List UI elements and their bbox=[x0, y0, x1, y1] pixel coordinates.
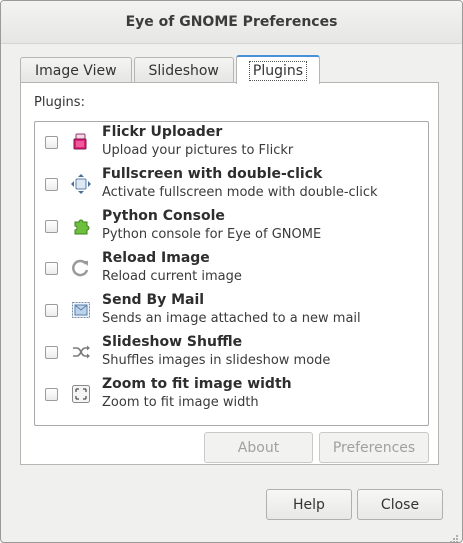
plugin-description: Shuffles images in slideshow mode bbox=[102, 353, 331, 368]
zoom-fit-icon bbox=[71, 384, 91, 404]
plugin-preferences-button[interactable]: Preferences bbox=[319, 432, 429, 463]
plugin-row-reload-image[interactable]: Reload Image Reload current image bbox=[35, 248, 428, 290]
plugin-enable-checkbox[interactable] bbox=[45, 136, 58, 149]
plugin-description: Upload your pictures to Flickr bbox=[102, 143, 294, 158]
plugin-name: Zoom to fit image width bbox=[102, 376, 292, 392]
resize-grip-icon[interactable] bbox=[449, 529, 459, 542]
plugin-enable-checkbox[interactable] bbox=[45, 220, 58, 233]
plugin-description: Sends an image attached to a new mail bbox=[102, 311, 361, 326]
window-title: Eye of GNOME Preferences bbox=[125, 14, 338, 30]
plugin-description: Python console for Eye of GNOME bbox=[102, 227, 322, 242]
plugin-list: Flickr Uploader Upload your pictures to … bbox=[34, 121, 429, 426]
preferences-window: Eye of GNOME Preferences Image View Slid… bbox=[0, 0, 463, 543]
mail-icon bbox=[71, 300, 91, 320]
plugin-row-slideshow-shuffle[interactable]: Slideshow Shuffle Shuffles images in sli… bbox=[35, 332, 428, 374]
fullscreen-icon bbox=[71, 174, 91, 194]
shuffle-icon bbox=[71, 342, 91, 362]
plugin-row-fullscreen-double-click[interactable]: Fullscreen with double-click Activate fu… bbox=[35, 164, 428, 206]
tab-label: Slideshow bbox=[148, 62, 219, 79]
plugin-row-zoom-fit-width[interactable]: Zoom to fit image width Zoom to fit imag… bbox=[35, 374, 428, 416]
plugins-tab-panel: Plugins: Flickr Uploader Upload your pic… bbox=[20, 82, 439, 465]
tab-plugins[interactable]: Plugins bbox=[235, 55, 321, 84]
tab-image-view[interactable]: Image View bbox=[20, 57, 132, 83]
plugin-name: Fullscreen with double-click bbox=[102, 166, 323, 182]
flickr-icon bbox=[71, 132, 91, 152]
plugin-row-python-console[interactable]: Python Console Python console for Eye of… bbox=[35, 206, 428, 248]
plugin-row-send-by-mail[interactable]: Send By Mail Sends an image attached to … bbox=[35, 290, 428, 332]
plugin-name: Flickr Uploader bbox=[102, 124, 223, 140]
tab-bar: Image View Slideshow Plugins bbox=[20, 54, 322, 84]
plugin-enable-checkbox[interactable] bbox=[45, 346, 58, 359]
tab-slideshow[interactable]: Slideshow bbox=[133, 57, 234, 83]
plugin-description: Zoom to fit image width bbox=[102, 395, 259, 410]
plugin-enable-checkbox[interactable] bbox=[45, 304, 58, 317]
plugin-name: Send By Mail bbox=[102, 292, 205, 308]
help-button[interactable]: Help bbox=[266, 489, 352, 520]
about-button[interactable]: About bbox=[204, 432, 313, 463]
plugin-name: Reload Image bbox=[102, 250, 210, 266]
puzzle-icon bbox=[71, 216, 91, 236]
close-button[interactable]: Close bbox=[357, 489, 443, 520]
tab-label: Plugins bbox=[248, 60, 308, 81]
plugin-name: Slideshow Shuffle bbox=[102, 334, 243, 350]
plugin-enable-checkbox[interactable] bbox=[45, 178, 58, 191]
plugin-enable-checkbox[interactable] bbox=[45, 262, 58, 275]
reload-icon bbox=[71, 258, 91, 278]
tab-label: Image View bbox=[35, 62, 117, 79]
title-bar[interactable]: Eye of GNOME Preferences bbox=[1, 1, 462, 44]
plugins-heading: Plugins: bbox=[34, 95, 85, 110]
plugin-row-flickr-uploader[interactable]: Flickr Uploader Upload your pictures to … bbox=[35, 122, 428, 164]
plugin-name: Python Console bbox=[102, 208, 225, 224]
plugin-description: Reload current image bbox=[102, 269, 242, 284]
plugin-enable-checkbox[interactable] bbox=[45, 388, 58, 401]
plugin-description: Activate fullscreen mode with double-cli… bbox=[102, 185, 378, 200]
